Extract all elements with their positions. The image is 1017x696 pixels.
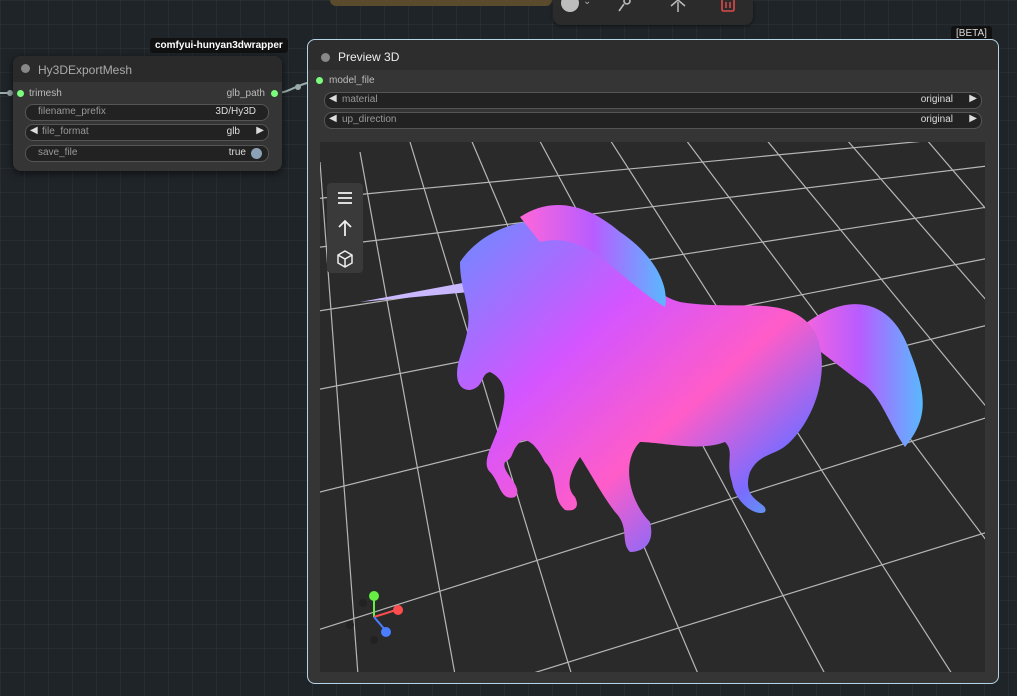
menu-icon[interactable] — [327, 183, 363, 213]
y-axis-handle[interactable] — [369, 591, 379, 601]
node-title: Hy3DExportMesh — [38, 63, 133, 77]
widget-value: glb — [226, 126, 240, 137]
widget-name: save_file — [38, 147, 78, 158]
delete-icon[interactable] — [718, 0, 738, 14]
file-format-widget[interactable]: ◀ file_format glb ▶ — [25, 124, 269, 141]
up-direction-widget[interactable]: ◀ up_direction original ▶ — [324, 112, 982, 129]
widget-value: true — [228, 147, 246, 158]
up-arrow-icon[interactable] — [327, 213, 363, 243]
widget-name: filename_prefix — [38, 106, 106, 117]
color-picker-button[interactable] — [561, 0, 579, 12]
filename-prefix-widget[interactable]: filename_prefix 3D/Hy3D — [25, 104, 269, 121]
bypass-icon[interactable] — [668, 0, 688, 14]
selection-toolbar: ⌄ — [553, 0, 753, 25]
widget-name: file_format — [42, 126, 89, 137]
node-title: Preview 3D — [338, 50, 400, 64]
pin-icon[interactable] — [615, 0, 635, 14]
model-file-input-slot[interactable] — [316, 77, 323, 84]
save-file-widget[interactable]: save_file true — [25, 145, 269, 162]
x-axis-handle[interactable] — [393, 605, 403, 615]
hy3d-export-mesh-node[interactable]: Hy3DExportMesh trimesh glb_path filename… — [13, 56, 282, 171]
widget-name: up_direction — [342, 114, 397, 125]
widget-value: original — [920, 94, 953, 105]
increment-arrow-icon[interactable]: ▶ — [969, 93, 977, 104]
collapse-dot-icon[interactable] — [321, 53, 330, 62]
trimesh-input-slot[interactable] — [17, 90, 24, 97]
axis-gizmo[interactable] — [338, 585, 418, 645]
viewport-toolbar — [327, 183, 363, 273]
decrement-arrow-icon[interactable]: ◀ — [329, 113, 337, 124]
glb-path-output-slot[interactable] — [271, 90, 278, 97]
widget-value: 3D/Hy3D — [215, 106, 256, 117]
node-source-badge: comfyui-hunyan3dwrapper — [150, 38, 288, 53]
toggle-knob[interactable] — [251, 148, 262, 159]
decrement-arrow-icon[interactable]: ◀ — [30, 125, 38, 136]
node-title-bar[interactable]: Preview 3D — [308, 40, 998, 70]
model-file-input-label: model_file — [329, 75, 375, 86]
node-title-bar[interactable]: Hy3DExportMesh — [13, 56, 282, 82]
widget-name: material — [342, 94, 378, 105]
trimesh-input-label: trimesh — [29, 88, 62, 99]
decrement-arrow-icon[interactable]: ◀ — [329, 93, 337, 104]
ground-grid — [320, 142, 985, 672]
glb-path-output-label: glb_path — [226, 88, 265, 99]
z-axis-handle[interactable] — [381, 627, 391, 637]
3d-viewport-canvas[interactable] — [320, 142, 985, 672]
chevron-down-icon[interactable]: ⌄ — [583, 0, 591, 7]
increment-arrow-icon[interactable]: ▶ — [256, 125, 264, 136]
partial-node-edge — [330, 0, 552, 6]
collapse-dot-icon[interactable] — [21, 64, 30, 73]
material-widget[interactable]: ◀ material original ▶ — [324, 92, 982, 109]
widget-value: original — [920, 114, 953, 125]
increment-arrow-icon[interactable]: ▶ — [969, 113, 977, 124]
cube-icon[interactable] — [327, 243, 363, 273]
